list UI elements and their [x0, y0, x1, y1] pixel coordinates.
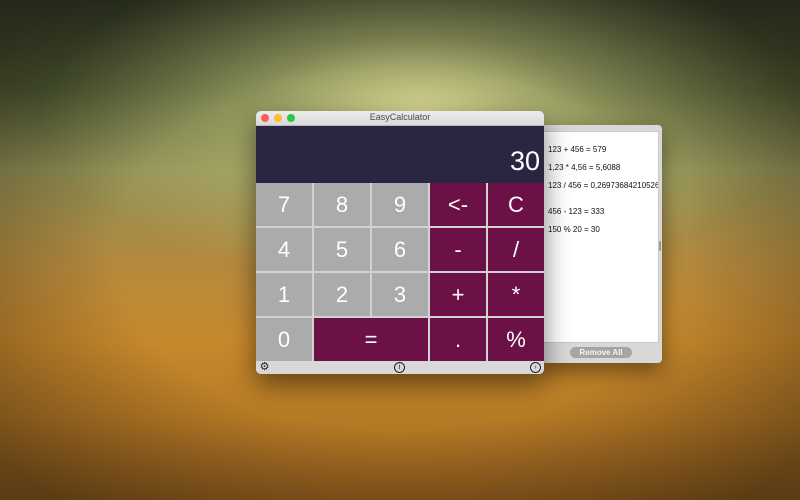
bottom-toolbar: ⚙ i ›	[256, 361, 544, 374]
percent-button[interactable]: %	[488, 318, 544, 361]
arrow-right-icon[interactable]: ›	[530, 362, 541, 373]
key-1[interactable]: 1	[256, 273, 312, 316]
key-0[interactable]: 0	[256, 318, 312, 361]
key-3[interactable]: 3	[372, 273, 428, 316]
history-panel: 123 + 456 = 579 1,23 * 4,56 = 5,6088 123…	[538, 125, 662, 363]
history-entry[interactable]: 123 + 456 = 579	[548, 145, 606, 154]
multiply-button[interactable]: *	[488, 273, 544, 316]
display: 30	[256, 126, 544, 183]
divide-button[interactable]: /	[488, 228, 544, 271]
window-title: EasyCalculator	[369, 112, 431, 122]
key-4[interactable]: 4	[256, 228, 312, 271]
minus-button[interactable]: -	[430, 228, 486, 271]
plus-button[interactable]: +	[430, 273, 486, 316]
display-value: 30	[509, 146, 540, 176]
key-8[interactable]: 8	[314, 183, 370, 226]
equals-button[interactable]: =	[314, 318, 428, 361]
backspace-button[interactable]: <-	[430, 183, 486, 226]
history-list: 123 + 456 = 579 1,23 * 4,56 = 5,6088 123…	[542, 131, 659, 343]
title-bar[interactable]: EasyCalculator	[256, 111, 544, 126]
key-2[interactable]: 2	[314, 273, 370, 316]
key-6[interactable]: 6	[372, 228, 428, 271]
gear-icon[interactable]: ⚙	[259, 362, 270, 373]
info-icon[interactable]: i	[394, 362, 405, 373]
remove-all-button[interactable]: Remove All	[570, 347, 632, 358]
calculator-window: EasyCalculator 30 7 8 9 <- C 4 5 6 - / 1…	[256, 111, 544, 374]
key-5[interactable]: 5	[314, 228, 370, 271]
clear-button[interactable]: C	[488, 183, 544, 226]
key-7[interactable]: 7	[256, 183, 312, 226]
history-entry[interactable]: 150 % 20 = 30	[548, 225, 600, 234]
keypad: 7 8 9 <- C 4 5 6 - / 1 2 3 + * 0 = . %	[256, 183, 544, 361]
history-entry[interactable]: 123 / 456 = 0,269736842105263	[548, 181, 658, 190]
decimal-button[interactable]: .	[430, 318, 486, 361]
key-9[interactable]: 9	[372, 183, 428, 226]
history-entry[interactable]: 456 - 123 = 333	[548, 207, 604, 216]
history-scrollbar[interactable]	[659, 241, 661, 251]
history-entry[interactable]: 1,23 * 4,56 = 5,6088	[548, 163, 620, 172]
